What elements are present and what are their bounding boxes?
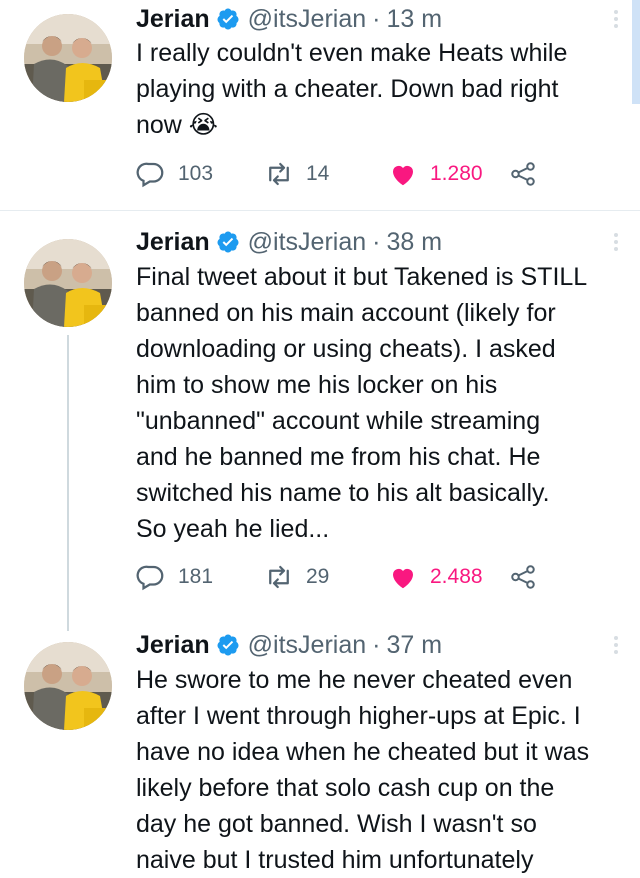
tweet-text-line: So yeah he lied... bbox=[136, 515, 330, 543]
tweet-text-line: have no idea when he cheated but it was bbox=[136, 738, 590, 766]
retweet-count: 14 bbox=[306, 162, 330, 185]
display-name[interactable]: Jerian bbox=[136, 5, 210, 34]
timestamp[interactable]: 13 m bbox=[386, 5, 442, 34]
heart-filled-icon bbox=[393, 165, 413, 186]
tweet-text: Final tweet about it but Takened is STIL… bbox=[136, 259, 620, 547]
share-button[interactable] bbox=[508, 561, 550, 593]
tweet-text-line: "unbanned" account while streaming bbox=[136, 407, 541, 435]
tweet-text-line: likely before that solo cash cup on the bbox=[136, 774, 555, 802]
tweet-text-line: now 😭 bbox=[136, 111, 219, 139]
tweet-text-line: him to show me his locker on his bbox=[136, 371, 498, 399]
retweet-button[interactable]: 29 bbox=[264, 561, 329, 593]
tweet-header: Jerian @itsJerian · 37 m bbox=[136, 628, 620, 662]
verified-badge-icon bbox=[217, 8, 239, 30]
avatar[interactable] bbox=[24, 14, 112, 102]
tweet-header: Jerian @itsJerian · 38 m bbox=[136, 225, 620, 259]
separator-dot: · bbox=[372, 4, 381, 33]
tweet-text-line: naive but I trusted him unfortunately bbox=[136, 846, 534, 874]
more-dots-icon[interactable] bbox=[612, 225, 620, 259]
share-icon bbox=[511, 162, 535, 186]
tweet-text-line: banned on his main account (likely for bbox=[136, 299, 556, 327]
separator-dot: · bbox=[372, 630, 381, 659]
reply-icon bbox=[136, 162, 164, 188]
retweet-icon bbox=[269, 565, 289, 589]
tweet-text-line: day he got banned. Wish I wasn't so bbox=[136, 810, 537, 838]
tweet-actions: 181 29 2.488 bbox=[136, 561, 576, 593]
verified-badge-icon bbox=[217, 231, 239, 253]
user-handle[interactable]: @itsJerian bbox=[248, 5, 366, 34]
tweet-header: Jerian @itsJerian · 13 m bbox=[136, 2, 620, 36]
tweet-text: I really couldn't even make Heats while … bbox=[136, 35, 620, 143]
timestamp[interactable]: 37 m bbox=[386, 631, 442, 660]
user-handle[interactable]: @itsJerian bbox=[248, 631, 366, 660]
display-name[interactable]: Jerian bbox=[136, 228, 210, 257]
share-button[interactable] bbox=[508, 158, 550, 190]
like-count: 1.280 bbox=[430, 162, 483, 185]
tweet-text-line: switched his name to his alt basically. bbox=[136, 479, 550, 507]
display-name[interactable]: Jerian bbox=[136, 631, 210, 660]
reply-count: 103 bbox=[178, 162, 214, 185]
share-icon bbox=[511, 565, 535, 589]
verified-badge-icon bbox=[217, 634, 239, 656]
tweet[interactable]: Jerian @itsJerian · 38 m Final tweet abo… bbox=[0, 211, 640, 631]
more-dots-icon[interactable] bbox=[612, 2, 620, 36]
retweet-icon bbox=[269, 162, 289, 186]
more-dots-icon[interactable] bbox=[612, 628, 620, 662]
reply-count: 181 bbox=[178, 565, 214, 588]
like-button[interactable]: 1.280 bbox=[388, 158, 483, 190]
tweet-text: He swore to me he never cheated even aft… bbox=[136, 662, 620, 878]
reply-button[interactable]: 181 bbox=[136, 561, 213, 593]
avatar[interactable] bbox=[24, 642, 112, 730]
tweet-text-line: He swore to me he never cheated even bbox=[136, 666, 573, 694]
tweet-text-line: after I went through higher-ups at Epic.… bbox=[136, 702, 581, 730]
heart-filled-icon bbox=[393, 568, 413, 589]
tweet-actions: 103 14 1.280 bbox=[136, 158, 576, 190]
tweet-text-line: Final tweet about it but Takened is STIL… bbox=[136, 263, 588, 291]
tweet-text-line: and he banned me from his chat. He bbox=[136, 443, 541, 471]
avatar[interactable] bbox=[24, 239, 112, 327]
tweet[interactable]: Jerian @itsJerian · 37 m He swore to me … bbox=[0, 616, 640, 876]
thread-line bbox=[67, 335, 69, 631]
reply-button[interactable]: 103 bbox=[136, 158, 213, 190]
timestamp[interactable]: 38 m bbox=[386, 228, 442, 257]
tweet-text-line: I really couldn't even make Heats while bbox=[136, 39, 568, 67]
user-handle[interactable]: @itsJerian bbox=[248, 228, 366, 257]
retweet-count: 29 bbox=[306, 565, 330, 588]
reply-icon bbox=[136, 565, 164, 591]
tweet-text-line: playing with a cheater. Down bad right bbox=[136, 75, 559, 103]
tweet-text-line: downloading or using cheats). I asked bbox=[136, 335, 556, 363]
retweet-button[interactable]: 14 bbox=[264, 158, 329, 190]
like-count: 2.488 bbox=[430, 565, 483, 588]
separator-dot: · bbox=[372, 227, 381, 256]
tweet[interactable]: Jerian @itsJerian · 13 m I really couldn… bbox=[0, 0, 640, 210]
like-button[interactable]: 2.488 bbox=[388, 561, 483, 593]
